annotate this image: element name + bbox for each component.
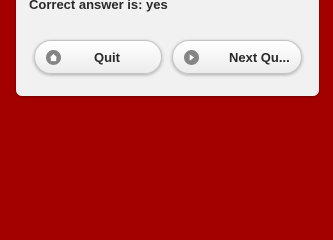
- quit-button-label: Quit: [94, 50, 120, 65]
- arrow-right-icon: [184, 50, 199, 65]
- quit-button[interactable]: Quit: [34, 40, 162, 74]
- next-question-button[interactable]: Next Qu...: [172, 40, 302, 74]
- home-icon: [46, 50, 61, 65]
- next-question-button-label: Next Qu...: [229, 50, 290, 65]
- correct-answer-text: Correct answer is: yes: [29, 0, 168, 12]
